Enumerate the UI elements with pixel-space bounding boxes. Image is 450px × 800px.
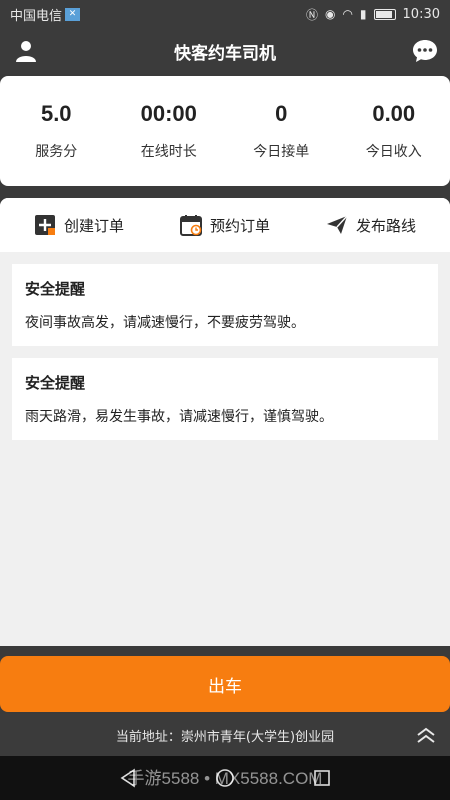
app-header: 快客约车司机 [0,28,450,74]
reserved-order-label: 预约订单 [209,216,270,235]
stat-today-orders: 0 今日接单 [225,101,338,161]
status-left: 中国电信 ✕ [10,5,81,24]
message-icon[interactable] [412,38,438,64]
notice-card: 安全提醒 夜间事故高发，请减速慢行，不要疲劳驾驶。 [12,264,438,346]
create-order-icon [34,215,55,235]
go-online-label: 出车 [208,676,242,697]
address-bar: 当前地址：崇州市青年(大学生)创业园 [0,714,450,756]
stat-label: 今日收入 [365,144,422,160]
calendar-icon [179,215,202,236]
notice-title: 安全提醒 [25,374,86,392]
notice-text: 雨天路滑，易发生事故，请减速慢行，谨慎驾驶。 [25,409,333,425]
carrier-badge-icon: ✕ [65,7,81,21]
notice-card: 安全提醒 雨天路滑，易发生事故，请减速慢行，谨慎驾驶。 [12,358,438,440]
main-content: 创建订单 预约订单 发布路线 安全提醒 夜间事故高发，请减速慢行，不要疲劳驾驶。… [0,198,450,646]
current-address: 当前地址：崇州市青年(大学生)创业园 [115,729,335,745]
stat-service-score: 5.0 服务分 [0,101,113,161]
chevron-up-icon[interactable] [416,726,436,744]
user-icon[interactable] [14,39,38,63]
back-icon[interactable] [118,768,138,788]
status-bar: 中国电信 ✕ Ⓝ ◉ ◠ ▮ 10:30 [0,0,450,28]
stat-value: 5.0 [40,101,72,126]
status-time: 10:30 [402,6,440,22]
stat-label: 服务分 [35,144,78,160]
stat-label: 今日接单 [253,144,310,160]
stat-value: 0 [275,101,288,126]
go-online-button[interactable]: 出车 [0,656,450,712]
notice-title: 安全提醒 [25,280,86,298]
nfc-icon: Ⓝ [305,7,318,22]
stat-today-income: 0.00 今日收入 [338,101,450,161]
reserved-order-button[interactable]: 预约订单 [179,214,270,236]
page-title: 快客约车司机 [174,43,276,64]
battery-icon [373,8,396,20]
publish-route-label: 发布路线 [355,216,416,235]
stat-value: 00:00 [140,101,197,126]
home-icon[interactable] [215,768,235,788]
system-nav-bar [0,756,450,800]
stat-online-time: 00:00 在线时长 [113,101,226,161]
publish-route-button[interactable]: 发布路线 [326,214,416,236]
stat-label: 在线时长 [140,144,197,160]
notice-text: 夜间事故高发，请减速慢行，不要疲劳驾驶。 [25,315,305,331]
recents-icon[interactable] [312,768,332,788]
eye-icon: ◉ [324,7,336,21]
status-right: Ⓝ ◉ ◠ ▮ 10:30 [306,6,440,23]
send-icon [326,215,348,234]
action-bar: 创建订单 预约订单 发布路线 [0,198,450,252]
create-order-button[interactable]: 创建订单 [34,214,124,236]
wifi-icon: ◠ [342,7,353,21]
carrier-label: 中国电信 [10,8,63,24]
create-order-label: 创建订单 [63,216,124,235]
stats-card: 5.0 服务分 00:00 在线时长 0 今日接单 0.00 今日收入 [0,76,450,186]
signal-icon: ▮ [359,7,367,21]
stat-value: 0.00 [372,101,416,126]
